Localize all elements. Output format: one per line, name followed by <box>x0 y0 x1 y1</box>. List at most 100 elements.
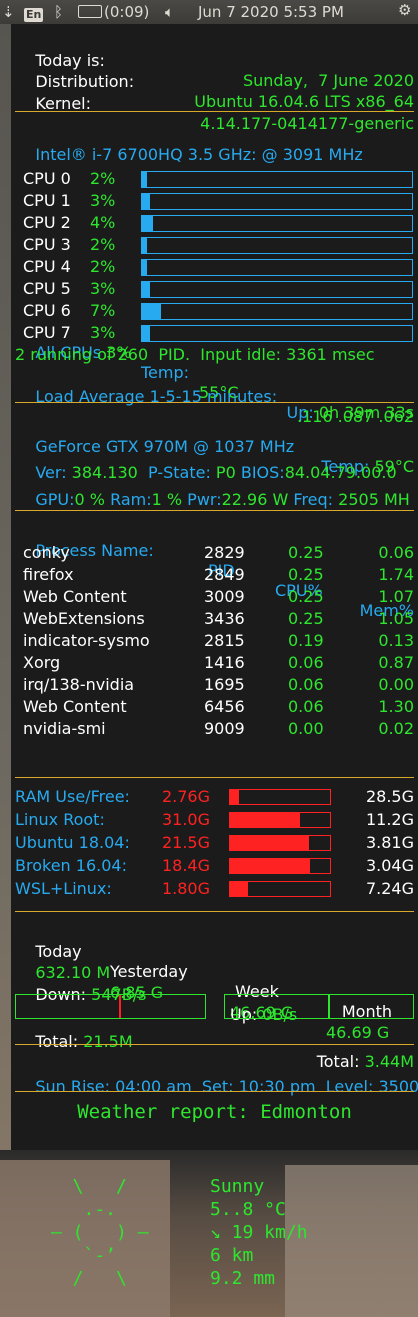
storage-label: RAM Use/Free: <box>15 787 130 806</box>
cpu-core-name: CPU 0 <box>23 169 71 188</box>
weather-detail-line: 9.2 mm <box>210 1268 276 1289</box>
storage-bar <box>229 881 331 897</box>
cpu-core-percent: 3% <box>90 279 116 298</box>
storage-row: RAM Use/Free: 2.76G 28.5G <box>15 787 414 807</box>
process-mem: 1.74 <box>378 565 414 584</box>
conky-panel: Today is: Sunday, 7 June 2020 Distributi… <box>11 24 418 1317</box>
separator <box>15 1044 414 1045</box>
separator <box>15 777 414 778</box>
weather-art-line: ― ( ) ― <box>51 1222 149 1243</box>
process-mem: 0.06 <box>378 543 414 562</box>
process-cpu: 0.25 <box>288 543 324 562</box>
cpu-core-bar-fill <box>142 238 148 253</box>
process-cpu: 0.25 <box>288 609 324 628</box>
cpu-core-percent: 7% <box>90 301 116 320</box>
separator <box>15 111 414 112</box>
process-name: firefox <box>23 565 74 584</box>
process-mem: 1.30 <box>378 697 414 716</box>
cpu-core-percent: 3% <box>90 191 116 210</box>
cpu-core-name: CPU 3 <box>23 235 71 254</box>
storage-bar-fill <box>230 836 309 850</box>
storage-row: Broken 16.04: 18.4G 3.04G <box>15 856 414 876</box>
cpu-core-name: CPU 2 <box>23 213 71 232</box>
process-pid: 2849 <box>204 565 245 584</box>
weather-art-line: / \ <box>51 1268 149 1289</box>
weather-art-line: \ / <box>51 1176 149 1197</box>
process-pid: 2815 <box>204 631 245 650</box>
weather-art-line: .-. <box>51 1199 149 1220</box>
weather-detail-line: 6 km <box>210 1245 254 1266</box>
keyboard-indicator[interactable]: En <box>24 4 44 22</box>
separator <box>15 1091 414 1092</box>
process-name: irq/138-nvidia <box>23 675 135 694</box>
process-cpu: 0.19 <box>288 631 324 650</box>
process-mem: 0.13 <box>378 631 414 650</box>
storage-row: Linux Root: 31.0G 11.2G <box>15 810 414 830</box>
process-pid: 9009 <box>204 719 245 738</box>
process-pid: 3009 <box>204 587 245 606</box>
process-pid: 1695 <box>204 675 245 694</box>
top-panel: ⇣ En ᛒ (0:09) 🔈︎ Jun 7 2020 5:53 PM ⚙ <box>0 0 418 24</box>
cpu-core-bar <box>141 171 413 188</box>
weather-detail-line: 5..8 °C <box>210 1199 286 1220</box>
process-mem: 0.87 <box>378 653 414 672</box>
storage-bar <box>229 789 331 805</box>
process-pid: 2829 <box>204 543 245 562</box>
bluetooth-icon[interactable]: ᛒ <box>54 3 63 21</box>
storage-bar-fill <box>230 790 239 804</box>
storage-free: 7.24G <box>365 879 414 898</box>
cpu-core-name: CPU 6 <box>23 301 71 320</box>
process-name: Web Content <box>23 587 127 606</box>
cpu-core-name: CPU 1 <box>23 191 71 210</box>
storage-label: Linux Root: <box>15 810 105 829</box>
battery-time: (0:09) <box>104 3 150 21</box>
desktop-background-strip <box>0 24 11 1317</box>
cpu-core-bar <box>141 237 413 254</box>
storage-bar-fill <box>230 882 248 896</box>
storage-row: Ubuntu 18.04: 21.5G 3.81G <box>15 833 414 853</box>
process-name: Web Content <box>23 697 127 716</box>
weather-title: Weather report: Edmonton <box>77 1101 352 1123</box>
storage-used: 31.0G <box>161 810 210 829</box>
storage-bar-fill <box>230 813 300 827</box>
storage-bar-fill <box>230 859 310 873</box>
cpu-core-bar <box>141 193 413 210</box>
process-name: indicator-sysmo <box>23 631 150 650</box>
battery-icon[interactable] <box>78 5 102 18</box>
process-cpu: 0.06 <box>288 697 324 716</box>
storage-free: 3.81G <box>365 833 414 852</box>
process-cpu: 0.25 <box>288 565 324 584</box>
cpu-core-bar-fill <box>142 304 161 319</box>
download-arrow-icon[interactable]: ⇣ <box>2 3 15 21</box>
storage-used: 21.5G <box>161 833 210 852</box>
cpu-core-bar <box>141 259 413 276</box>
cpu-core-name: CPU 4 <box>23 257 71 276</box>
storage-bar <box>229 812 331 828</box>
cpu-core-bar-fill <box>142 172 148 187</box>
process-mem: 0.02 <box>378 719 414 738</box>
cpu-core-bar-fill <box>142 216 153 231</box>
clock[interactable]: Jun 7 2020 5:53 PM <box>198 3 344 21</box>
process-name: nvidia-smi <box>23 719 106 738</box>
cpu-core-bar-fill <box>142 282 151 297</box>
cpu-core-percent: 4% <box>90 213 116 232</box>
storage-used: 2.76G <box>161 787 210 806</box>
cpu-core-bar <box>141 215 413 232</box>
gear-icon[interactable]: ⚙ <box>398 1 411 19</box>
process-cpu: 0.06 <box>288 653 324 672</box>
process-pid: 1416 <box>204 653 245 672</box>
storage-bar <box>229 835 331 851</box>
storage-free: 11.2G <box>365 810 414 829</box>
storage-used: 18.4G <box>161 856 210 875</box>
storage-bar <box>229 858 331 874</box>
separator <box>15 402 414 403</box>
cpu-core-bar-fill <box>142 194 151 209</box>
cpu-core-name: CPU 5 <box>23 279 71 298</box>
volume-icon[interactable]: 🔈︎ <box>165 3 174 21</box>
process-pid: 3436 <box>204 609 245 628</box>
process-name: WebExtensions <box>23 609 145 628</box>
storage-free: 3.04G <box>365 856 414 875</box>
storage-label: WSL+Linux: <box>15 879 112 898</box>
process-pid: 6456 <box>204 697 245 716</box>
separator <box>15 510 414 511</box>
